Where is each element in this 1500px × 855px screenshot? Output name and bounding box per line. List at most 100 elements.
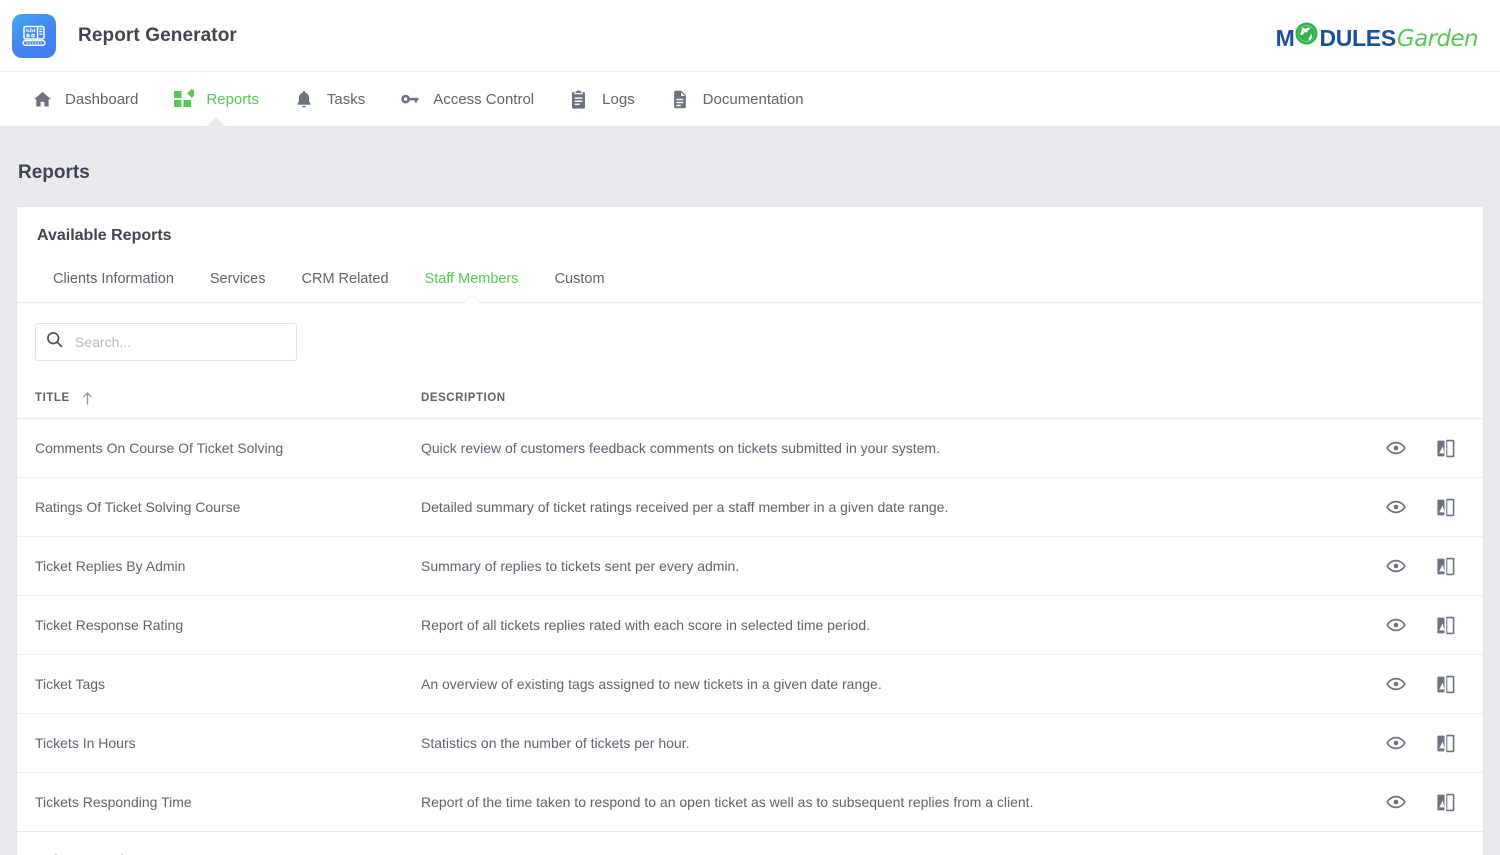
cell-description: Report of all tickets replies rated with… xyxy=(421,596,1353,655)
nav-item-reports[interactable]: Reports xyxy=(155,71,276,127)
cell-title: Comments On Course Of Ticket Solving xyxy=(17,419,421,478)
cell-actions xyxy=(1353,596,1483,655)
preview-icon[interactable] xyxy=(1385,555,1407,577)
grid-blocks-icon xyxy=(172,88,194,110)
compare-chart-icon[interactable] xyxy=(1434,732,1456,754)
tab-label: CRM Related xyxy=(302,271,389,287)
column-header-title[interactable]: TITLE xyxy=(17,377,421,419)
table-row[interactable]: Ticket TagsAn overview of existing tags … xyxy=(17,655,1483,714)
search-box[interactable] xyxy=(35,323,297,361)
active-tab-indicator xyxy=(464,295,480,303)
compare-chart-icon[interactable] xyxy=(1434,614,1456,636)
modulesgarden-logo: M DULES Garden xyxy=(1276,21,1478,51)
page-size-all[interactable]: ∞ xyxy=(1447,851,1459,855)
column-header-title-label: TITLE xyxy=(35,392,70,404)
cell-description: Detailed summary of ticket ratings recei… xyxy=(421,478,1353,537)
report-category-tabs: Clients Information Services CRM Related… xyxy=(17,263,1483,303)
tab-staff-members[interactable]: Staff Members xyxy=(407,263,537,302)
nav-label-documentation: Documentation xyxy=(703,91,804,108)
page-number-1[interactable]: 1 xyxy=(85,852,93,855)
active-tab-indicator xyxy=(205,117,227,128)
card-header: Available Reports xyxy=(17,207,1483,263)
nav-label-dashboard: Dashboard xyxy=(65,91,138,108)
column-header-description[interactable]: DESCRIPTION xyxy=(421,377,1353,419)
cell-actions xyxy=(1353,655,1483,714)
search-input[interactable] xyxy=(75,334,286,350)
nav-item-access-control[interactable]: Access Control xyxy=(382,71,551,127)
app-header: Report Generator M DULES Garden xyxy=(0,0,1500,71)
preview-icon[interactable] xyxy=(1385,791,1407,813)
cell-title: Ticket Response Rating xyxy=(17,596,421,655)
home-icon xyxy=(31,88,53,110)
table-footer: 1 10 25 ∞ xyxy=(17,832,1483,855)
cell-actions xyxy=(1353,419,1483,478)
tab-custom[interactable]: Custom xyxy=(537,263,623,302)
cell-title: Tickets Responding Time xyxy=(17,773,421,832)
reports-table: TITLE DESCRIPTION Comments xyxy=(17,377,1483,832)
globe-icon xyxy=(1294,21,1319,50)
cell-actions xyxy=(1353,478,1483,537)
nav-label-tasks: Tasks xyxy=(327,91,365,108)
nav-label-reports: Reports xyxy=(206,91,259,108)
available-reports-card: Available Reports Clients Information Se… xyxy=(16,206,1484,855)
arrow-up-icon[interactable] xyxy=(82,391,93,405)
preview-icon[interactable] xyxy=(1385,732,1407,754)
document-icon xyxy=(669,88,691,110)
tab-label: Custom xyxy=(555,271,605,287)
compare-chart-icon[interactable] xyxy=(1434,791,1456,813)
bell-icon xyxy=(293,88,315,110)
brand-text-mid: DULES xyxy=(1319,27,1395,50)
cell-title: Ratings Of Ticket Solving Course xyxy=(17,478,421,537)
preview-icon[interactable] xyxy=(1385,437,1407,459)
cell-title: Tickets In Hours xyxy=(17,714,421,773)
table-row[interactable]: Comments On Course Of Ticket SolvingQuic… xyxy=(17,419,1483,478)
tab-label: Clients Information xyxy=(53,271,174,287)
compare-chart-icon[interactable] xyxy=(1434,673,1456,695)
table-body: Comments On Course Of Ticket SolvingQuic… xyxy=(17,419,1483,832)
cell-description: Statistics on the number of tickets per … xyxy=(421,714,1353,773)
table-row[interactable]: Ticket Response RatingReport of all tick… xyxy=(17,596,1483,655)
compare-chart-icon[interactable] xyxy=(1434,496,1456,518)
nav-label-access-control: Access Control xyxy=(433,91,534,108)
page-size-10[interactable]: 10 xyxy=(1362,852,1378,855)
nav-item-logs[interactable]: Logs xyxy=(551,71,652,127)
page-body: Reports Available Reports Clients Inform… xyxy=(0,127,1500,855)
cell-title: Ticket Tags xyxy=(17,655,421,714)
nav-label-logs: Logs xyxy=(602,91,635,108)
table-row[interactable]: Tickets Responding TimeReport of the tim… xyxy=(17,773,1483,832)
preview-icon[interactable] xyxy=(1385,673,1407,695)
tab-crm-related[interactable]: CRM Related xyxy=(284,263,407,302)
tab-services[interactable]: Services xyxy=(192,263,284,302)
cell-actions xyxy=(1353,714,1483,773)
cell-description: Summary of replies to tickets sent per e… xyxy=(421,537,1353,596)
page-size-25[interactable]: 25 xyxy=(1404,852,1420,855)
tab-clients-information[interactable]: Clients Information xyxy=(35,263,192,302)
cell-description: An overview of existing tags assigned to… xyxy=(421,655,1353,714)
chevron-right-icon[interactable] xyxy=(117,852,131,855)
nav-item-documentation[interactable]: Documentation xyxy=(652,71,821,127)
table-row[interactable]: Ticket Replies By AdminSummary of replie… xyxy=(17,537,1483,596)
main-navigation: Dashboard Reports Tasks Acc xyxy=(0,71,1500,127)
nav-item-tasks[interactable]: Tasks xyxy=(276,71,382,127)
preview-icon[interactable] xyxy=(1385,614,1407,636)
column-header-description-label: DESCRIPTION xyxy=(421,392,506,404)
table-row[interactable]: Tickets In HoursStatistics on the number… xyxy=(17,714,1483,773)
chevron-left-icon[interactable] xyxy=(47,852,61,855)
search-icon xyxy=(46,331,63,353)
compare-chart-icon[interactable] xyxy=(1434,555,1456,577)
cell-title: Ticket Replies By Admin xyxy=(17,537,421,596)
preview-icon[interactable] xyxy=(1385,496,1407,518)
compare-chart-icon[interactable] xyxy=(1434,437,1456,459)
brand-text-prefix: M xyxy=(1276,27,1295,50)
clipboard-icon xyxy=(568,88,590,110)
report-generator-app-icon xyxy=(12,14,56,58)
table-row[interactable]: Ratings Of Ticket Solving CourseDetailed… xyxy=(17,478,1483,537)
nav-item-dashboard[interactable]: Dashboard xyxy=(14,71,155,127)
column-header-actions xyxy=(1353,377,1483,419)
tab-label: Services xyxy=(210,271,266,287)
cell-description: Quick review of customers feedback comme… xyxy=(421,419,1353,478)
page-title: Reports xyxy=(16,127,1484,206)
table-header: TITLE DESCRIPTION xyxy=(17,377,1483,419)
page-size-options: 10 25 ∞ xyxy=(1362,851,1459,855)
card-title: Available Reports xyxy=(37,227,1463,263)
